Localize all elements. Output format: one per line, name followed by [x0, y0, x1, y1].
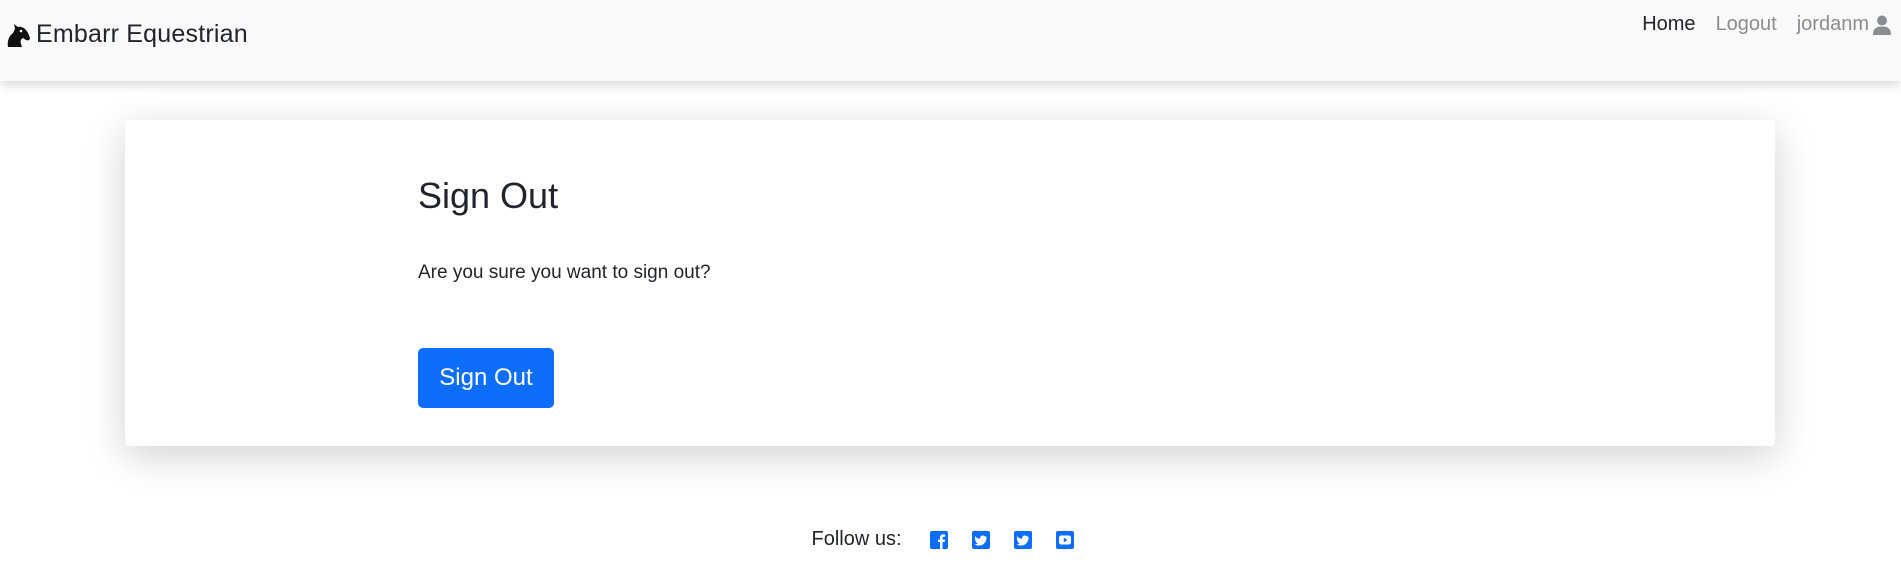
nav-links: Home Logout jordanm — [1622, 13, 1891, 36]
user-icon — [1873, 15, 1891, 35]
nav-logout-link[interactable]: Logout — [1716, 13, 1777, 36]
page-title: Sign Out — [418, 175, 559, 216]
username-label: jordanm — [1796, 13, 1869, 35]
footer: Follow us: — [0, 528, 1899, 551]
brand-name: Embarr Equestrian — [36, 20, 248, 48]
confirm-message: Are you sure you want to sign out? — [418, 262, 711, 283]
youtube-icon[interactable] — [1055, 530, 1075, 550]
follow-us-label: Follow us: — [811, 528, 902, 550]
twitter-icon[interactable] — [971, 530, 991, 550]
nav-user-link[interactable]: jordanm — [1797, 13, 1891, 36]
navbar: Embarr Equestrian Home Logout jordanm — [0, 0, 1901, 81]
horse-head-icon — [7, 23, 30, 47]
nav-home-link[interactable]: Home — [1642, 13, 1695, 36]
brand-link[interactable]: Embarr Equestrian — [4, 20, 248, 49]
signout-card: Sign Out Are you sure you want to sign o… — [125, 120, 1775, 446]
facebook-icon[interactable] — [929, 530, 949, 550]
sign-out-button[interactable]: Sign Out — [418, 348, 554, 408]
twitter-icon[interactable] — [1013, 530, 1033, 550]
